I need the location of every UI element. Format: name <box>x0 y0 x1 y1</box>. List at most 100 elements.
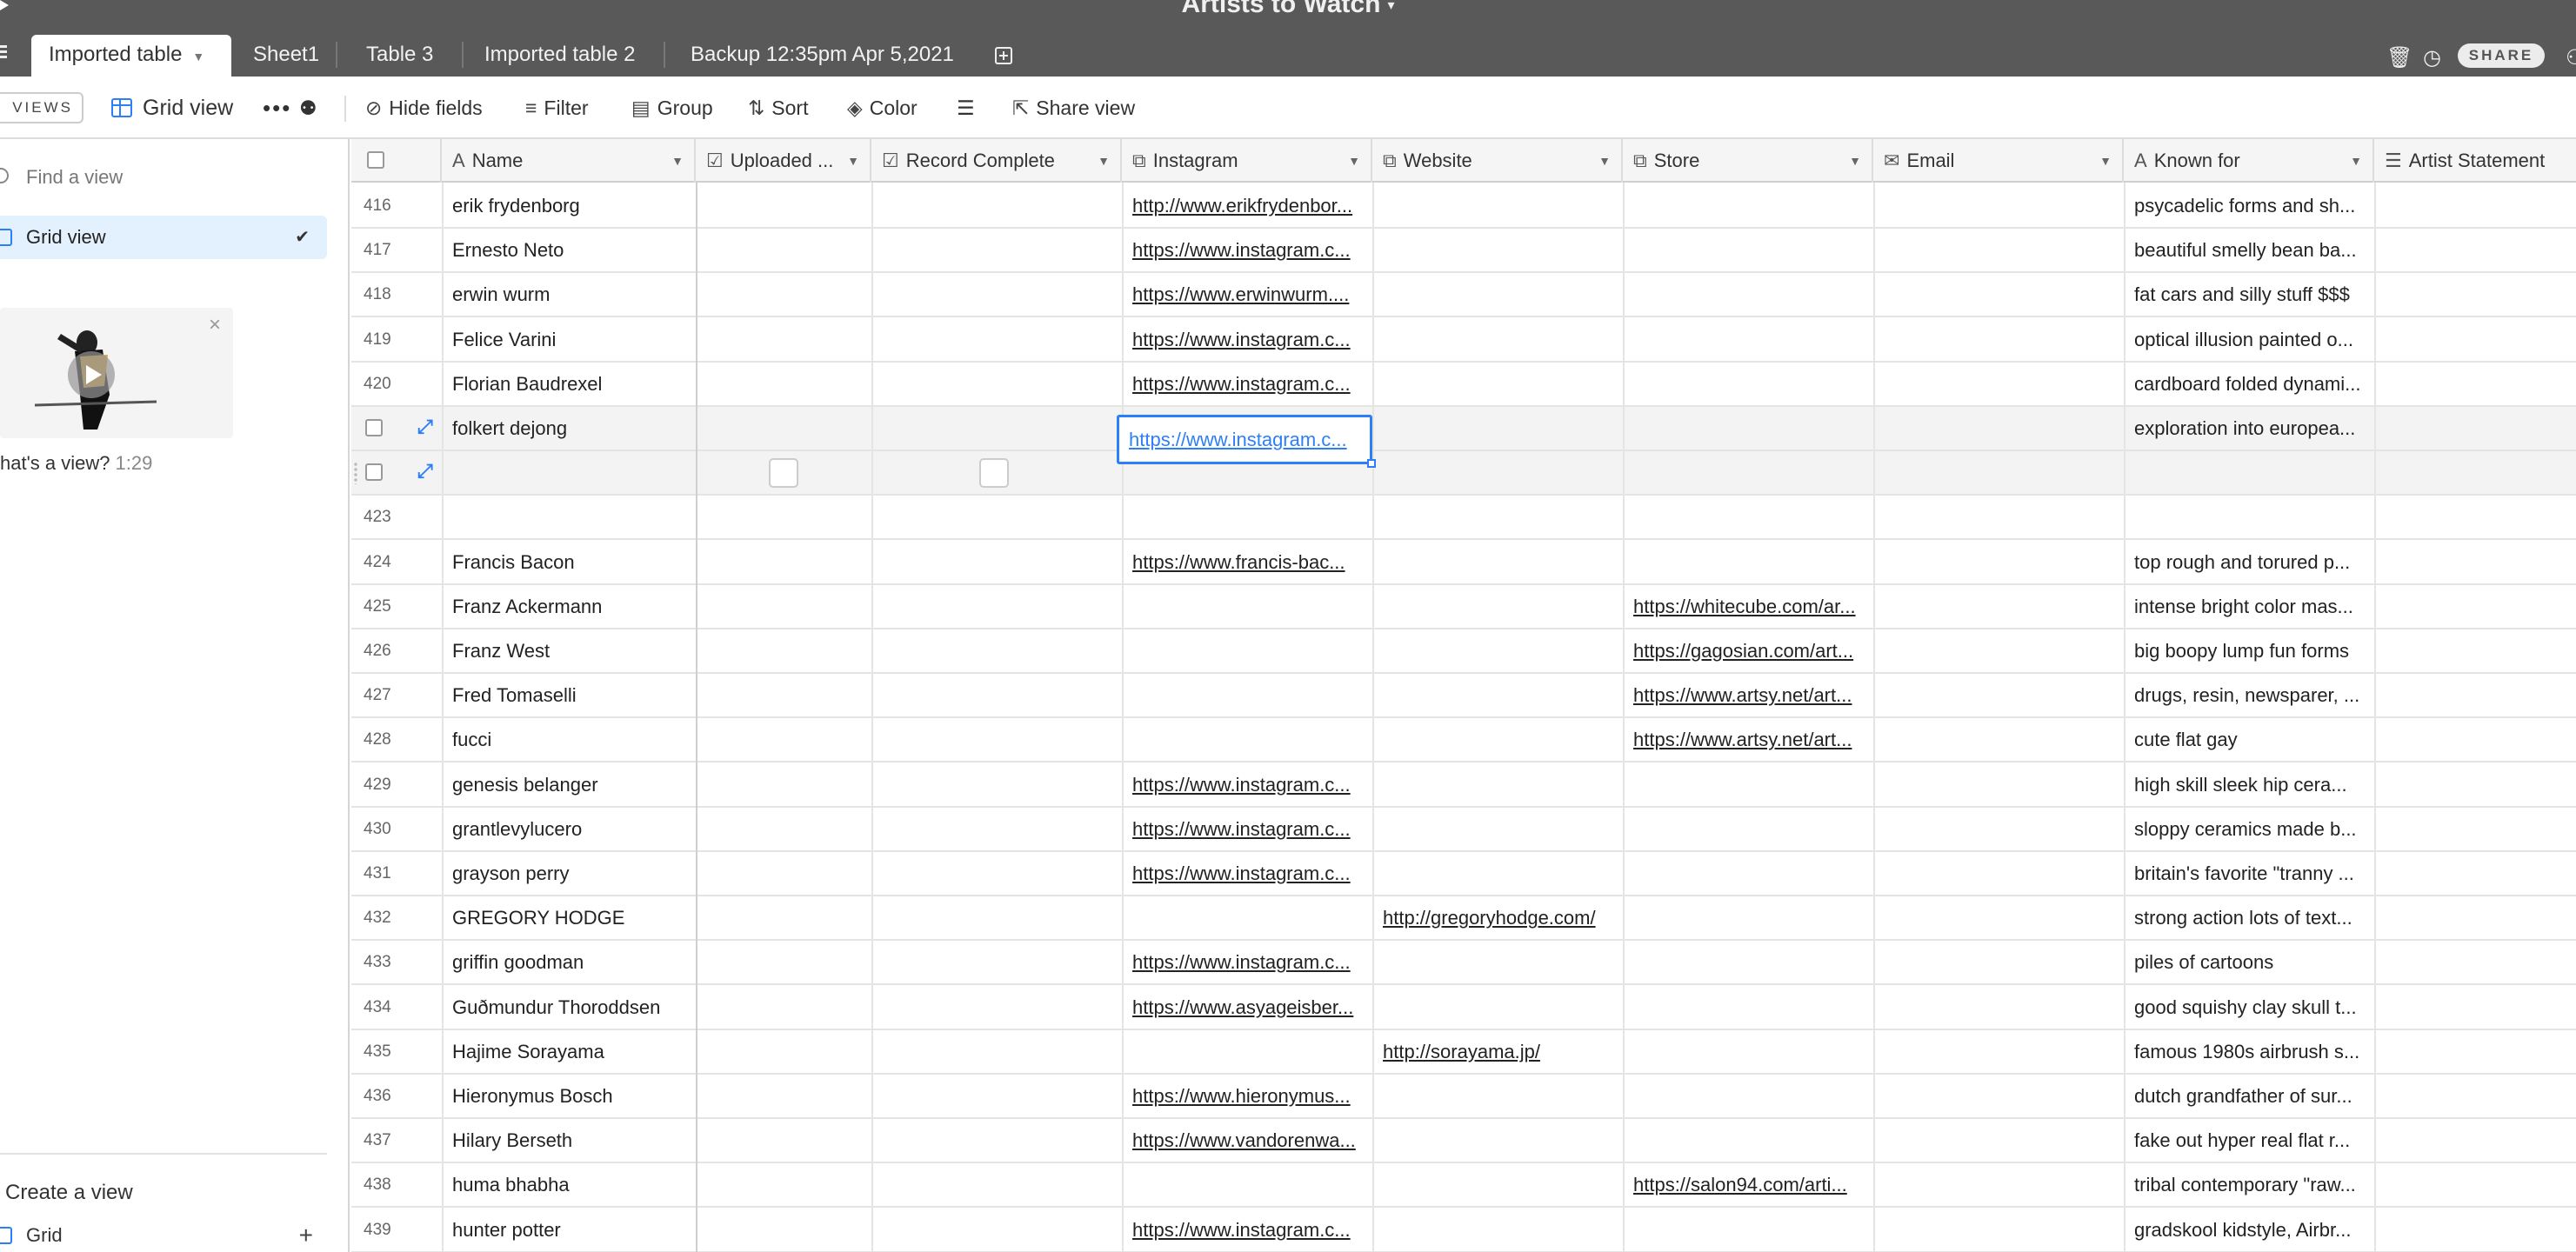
cell-store[interactable] <box>1623 852 1873 895</box>
active-cell-instagram[interactable]: https://www.instagram.c... <box>1117 415 1372 464</box>
table-row[interactable]: 419 Felice Varini https://www.instagram.c.… <box>351 317 2576 363</box>
tutorial-video-card[interactable]: × <box>0 308 233 438</box>
cell-instagram[interactable]: https://www.instagram.c... <box>1122 363 1372 405</box>
base-title[interactable]: Artists to Watch ▾ <box>0 0 2576 19</box>
cell-website[interactable] <box>1372 496 1623 538</box>
cell-instagram[interactable]: http://www.erikfrydenbor... <box>1122 184 1372 227</box>
cell-store[interactable] <box>1623 496 1873 538</box>
cell-website[interactable] <box>1372 629 1623 672</box>
cell-instagram[interactable]: https://www.instagram.c... <box>1122 852 1372 895</box>
chevron-down-icon[interactable]: ▼ <box>1849 139 1861 183</box>
cell-store[interactable] <box>1623 1075 1873 1117</box>
color-button[interactable]: ◈ Color <box>847 77 918 139</box>
table-row[interactable]: 428 fucci https://www.artsy.net/art... cute… <box>351 718 2576 763</box>
table-row[interactable]: 424 Francis Bacon https://www.francis-bac.… <box>351 540 2576 585</box>
cell-instagram[interactable] <box>1122 629 1372 672</box>
cell-website[interactable]: http://sorayama.jp/ <box>1372 1030 1623 1073</box>
table-row[interactable]: 429 genesis belanger https://www.instagram… <box>351 763 2576 808</box>
table-row[interactable]: 426 Franz West https://gagosian.com/art...… <box>351 629 2576 674</box>
record-complete-checkbox[interactable] <box>979 458 1009 489</box>
cell-store[interactable] <box>1623 184 1873 227</box>
cell-store[interactable] <box>1623 1030 1873 1073</box>
column-header-known-for[interactable]: A Known for ▼ <box>2124 139 2374 183</box>
user-icon[interactable]: ⚇ <box>2566 45 2576 70</box>
table-row[interactable]: 436 Hieronymus Bosch https://www.hieronymu… <box>351 1075 2576 1119</box>
chevron-down-icon[interactable]: ▼ <box>192 50 204 63</box>
column-header-email[interactable]: ✉ Email ▼ <box>1873 139 2124 183</box>
cell-website[interactable] <box>1372 585 1623 628</box>
cell-website[interactable] <box>1372 941 1623 983</box>
table-row[interactable]: 434 Guðmundur Thoroddsen https://www.asyag… <box>351 985 2576 1030</box>
table-row[interactable]: ⤢ <box>351 451 2576 496</box>
chevron-down-icon[interactable]: ▼ <box>1598 139 1611 183</box>
cell-website[interactable] <box>1372 451 1623 494</box>
table-row[interactable]: 425 Franz Ackermann https://whitecube.com/… <box>351 584 2576 629</box>
cell-instagram[interactable] <box>1122 1163 1372 1206</box>
sort-button[interactable]: ⇅ Sort <box>748 77 808 139</box>
cell-store[interactable]: https://whitecube.com/ar... <box>1623 585 1873 628</box>
row-checkbox[interactable] <box>365 463 383 482</box>
group-button[interactable]: ▤ Group <box>631 77 713 139</box>
table-row[interactable]: 416 erik frydenborg http://www.erikfrydenb… <box>351 184 2576 229</box>
column-header-name[interactable]: A Name ▼ <box>442 139 696 183</box>
cell-store[interactable] <box>1623 318 1873 361</box>
cell-store[interactable] <box>1623 941 1873 983</box>
cell-store[interactable] <box>1623 808 1873 850</box>
cell-website[interactable] <box>1372 986 1623 1029</box>
table-row[interactable]: folkert dejonghttps://www.instagram.c...… <box>351 407 2576 451</box>
table-row[interactable]: 432 GREGORY HODGE http://gregoryhodge.com/… <box>351 896 2576 942</box>
cell-store[interactable]: https://www.artsy.net/art... <box>1623 718 1873 761</box>
expand-record-icon[interactable]: ⤢ <box>417 416 433 438</box>
column-header-instagram[interactable]: ⧉ Instagram ▼ <box>1122 139 1372 183</box>
row-height-icon[interactable]: ☰ <box>957 77 975 139</box>
cell-instagram[interactable]: https://www.instagram.c... <box>1122 941 1372 983</box>
chevron-down-icon[interactable]: ▼ <box>671 139 684 183</box>
table-row[interactable]: 438 huma bhabha https://salon94.com/arti..… <box>351 1163 2576 1209</box>
chevron-down-icon[interactable]: ▼ <box>2350 139 2362 183</box>
chevron-down-icon[interactable]: ▼ <box>1348 139 1360 183</box>
table-row[interactable]: 437 Hilary Berseth https://www.vandorenwa.… <box>351 1119 2576 1164</box>
cell-instagram[interactable]: https://www.asyageisber... <box>1122 986 1372 1029</box>
cell-instagram[interactable]: https://www.hieronymus... <box>1122 1075 1372 1117</box>
chevron-down-icon[interactable]: ▼ <box>1098 139 1110 183</box>
fill-handle[interactable] <box>1367 459 1376 468</box>
add-table-icon[interactable] <box>995 47 1012 64</box>
cell-instagram[interactable]: https://www.instagram.c... <box>1122 763 1372 806</box>
cell-website[interactable] <box>1372 541 1623 583</box>
plus-icon[interactable]: + <box>299 1221 313 1250</box>
cell-website[interactable] <box>1372 318 1623 361</box>
column-header-website[interactable]: ⧉ Website ▼ <box>1372 139 1623 183</box>
cell-website[interactable] <box>1372 1119 1623 1162</box>
cell-store[interactable]: https://gagosian.com/art... <box>1623 629 1873 672</box>
drag-handle-icon[interactable] <box>353 462 358 485</box>
tab-imported-table-2[interactable]: Imported table 2 <box>467 35 652 77</box>
chevron-down-icon[interactable]: ▼ <box>847 139 859 183</box>
cell-store[interactable] <box>1623 229 1873 271</box>
views-toggle-button[interactable]: VIEWS <box>0 92 83 123</box>
tab-backup[interactable]: Backup 12:35pm Apr 5,2021 <box>673 35 971 77</box>
cell-store[interactable] <box>1623 986 1873 1029</box>
table-row[interactable]: 417 Ernesto Neto https://www.instagram.c..… <box>351 229 2576 274</box>
cell-instagram[interactable] <box>1122 896 1372 939</box>
cell-instagram[interactable]: https://www.instagram.c... <box>1122 808 1372 850</box>
trash-icon[interactable]: 🗑 <box>2386 45 2412 70</box>
column-header-artist-statement[interactable]: ☰ Artist Statement <box>2374 139 2576 183</box>
cell-website[interactable] <box>1372 407 1623 450</box>
cell-website[interactable]: http://gregoryhodge.com/ <box>1372 896 1623 939</box>
table-row[interactable]: 427 Fred Tomaselli https://www.artsy.net/a… <box>351 674 2576 719</box>
expand-record-icon[interactable]: ⤢ <box>417 460 433 483</box>
cell-instagram[interactable]: https://www.vandorenwa... <box>1122 1119 1372 1162</box>
filter-button[interactable]: ≡ Filter <box>525 77 589 139</box>
column-header-record-complete[interactable]: ☑ Record Complete ▼ <box>871 139 1122 183</box>
table-row[interactable]: 423 <box>351 496 2576 541</box>
cell-store[interactable]: https://salon94.com/arti... <box>1623 1163 1873 1206</box>
cell-instagram[interactable]: https://www.erwinwurm.... <box>1122 273 1372 316</box>
select-all-checkbox[interactable] <box>367 151 384 169</box>
column-header-store[interactable]: ⧉ Store ▼ <box>1623 139 1873 183</box>
uploaded-checkbox[interactable] <box>769 458 798 489</box>
cell-website[interactable] <box>1372 273 1623 316</box>
cell-website[interactable] <box>1372 1209 1623 1251</box>
menu-icon[interactable] <box>0 45 7 59</box>
cell-instagram[interactable]: https://www.instagram.c... <box>1122 318 1372 361</box>
column-header-uploaded[interactable]: ☑ Uploaded ... ▼ <box>696 139 871 183</box>
